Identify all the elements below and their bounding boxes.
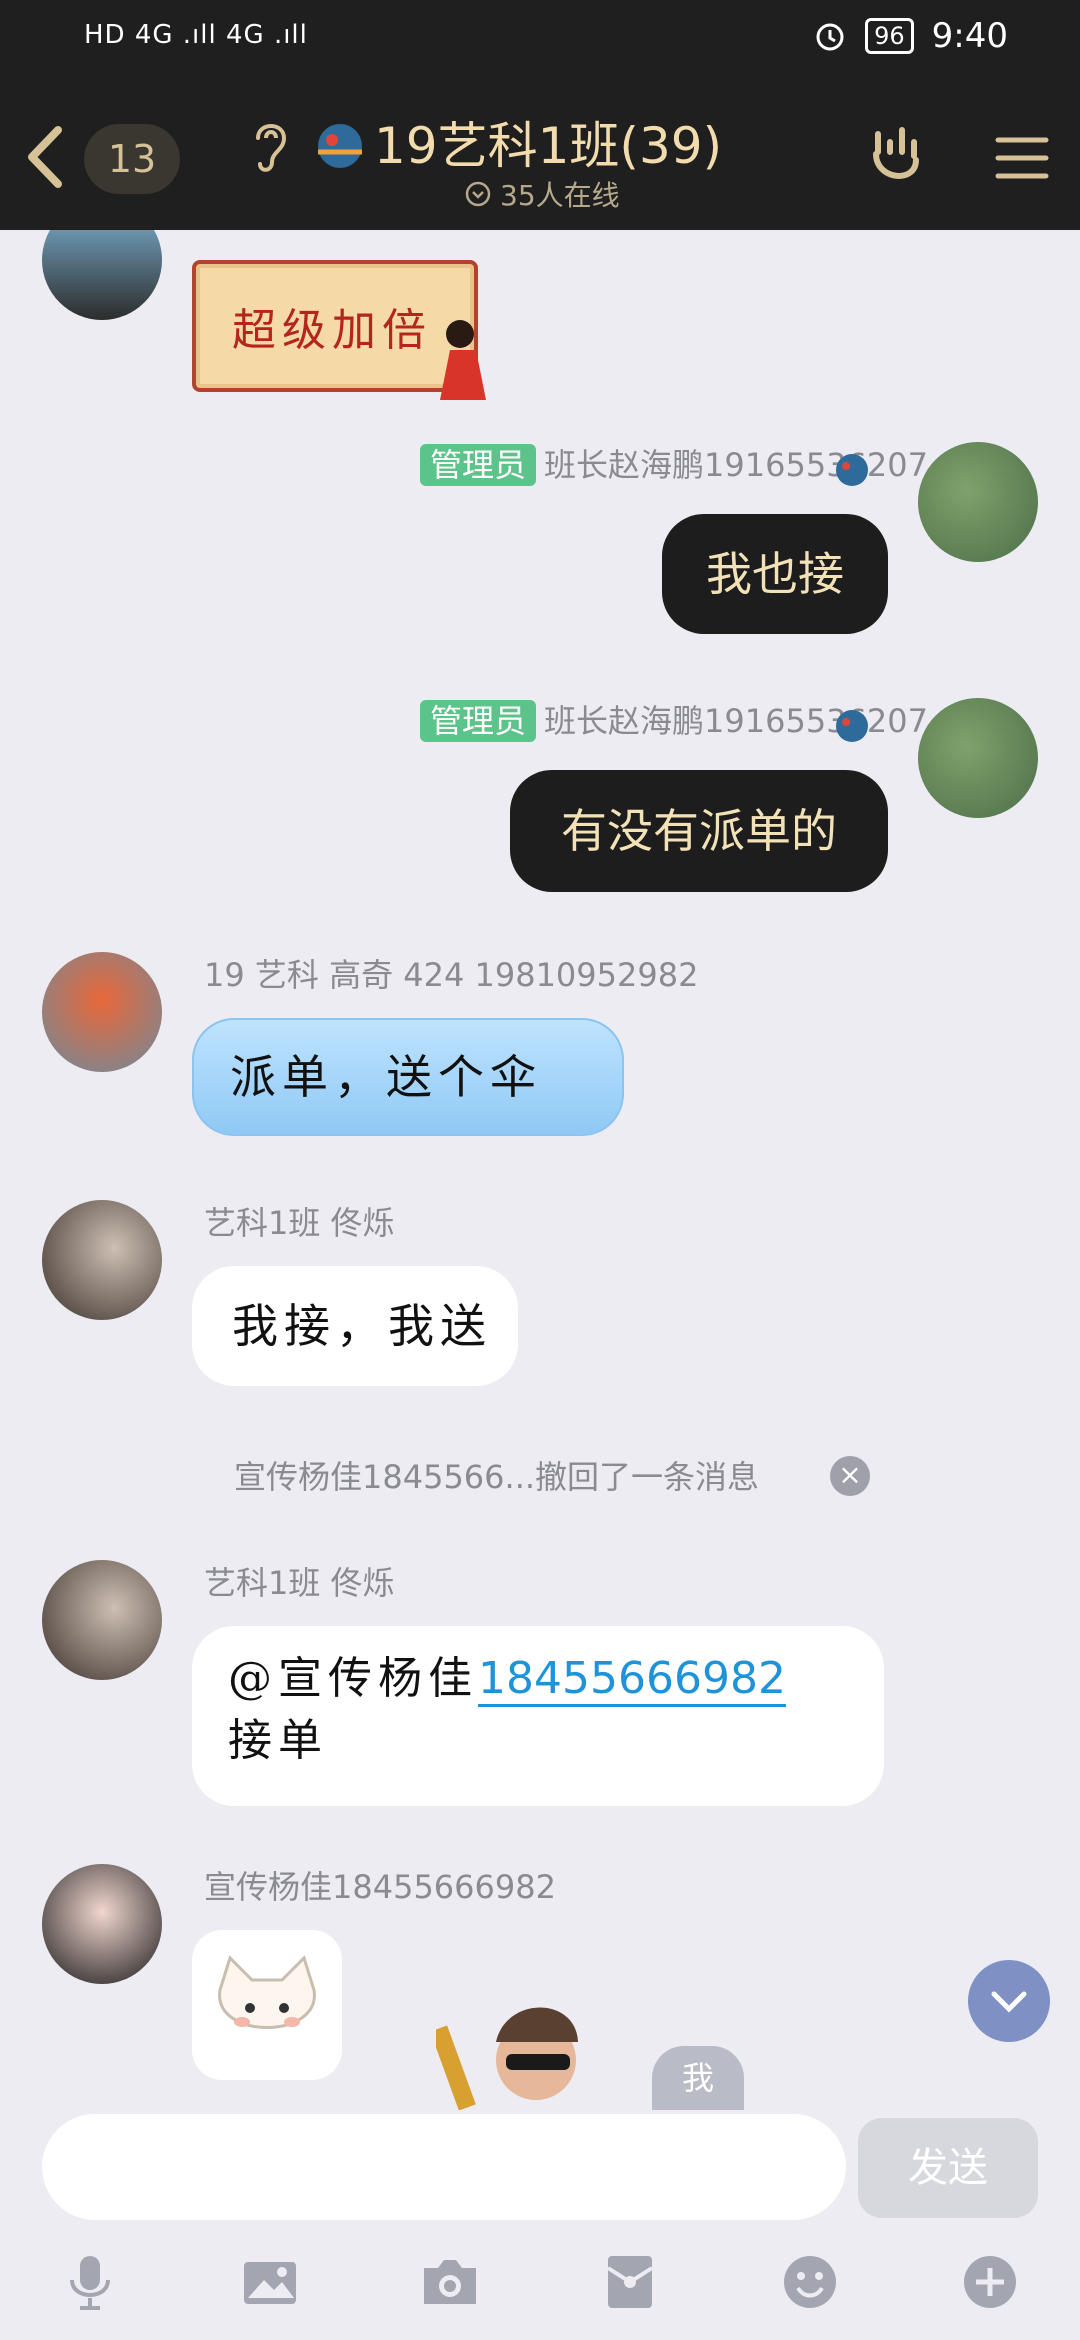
message-bubble[interactable]: 我接，我送 [192, 1266, 518, 1386]
sender-name: 宣传杨佳18455666982 [204, 1868, 556, 1906]
input-bar: 发送 [0, 2110, 1080, 2230]
hand-gesture-icon[interactable] [864, 122, 928, 192]
status-bar: HD 4G .ıll 4G .ıll 96 9:40 [0, 0, 1080, 80]
sticker-character-icon [436, 2007, 578, 2110]
mic-icon[interactable] [58, 2250, 122, 2314]
clock: 9:40 [931, 16, 1008, 56]
sender-name: 艺科1班 佟烁 [204, 1204, 395, 1242]
avatar[interactable] [42, 1200, 162, 1320]
ear-icon[interactable] [248, 116, 292, 176]
admin-tag: 管理员 [420, 444, 537, 486]
mention-me-chip[interactable]: 我 [652, 2046, 744, 2110]
message-bubble[interactable]: 有没有派单的 [510, 770, 888, 892]
send-button[interactable]: 发送 [858, 2118, 1038, 2218]
message-bubble[interactable]: 我也接 [662, 514, 888, 634]
sticker-character-icon [440, 320, 486, 400]
battery-indicator: 96 [865, 18, 914, 54]
avatar[interactable] [42, 230, 162, 320]
image-icon[interactable] [238, 2250, 302, 2314]
online-count: 35人在线 [500, 179, 620, 212]
avatar-self[interactable] [918, 442, 1038, 562]
message-bubble[interactable]: @宣传杨佳18455666982 接单 [192, 1626, 884, 1806]
message-bubble[interactable]: 派单，送个伞 [192, 1018, 624, 1136]
online-status[interactable]: 35人在线 [464, 174, 620, 214]
avatar[interactable] [42, 1864, 162, 1984]
group-title[interactable]: 19艺科1班(39) [374, 106, 722, 178]
back-arrow-icon[interactable] [18, 122, 78, 192]
recall-notice: 宣传杨佳1845566...撤回了一条消息 [234, 1458, 760, 1496]
input-toolbar [0, 2230, 1080, 2340]
menu-icon[interactable] [994, 130, 1050, 186]
message-input[interactable] [42, 2114, 846, 2220]
dragon-emblem-icon [318, 124, 362, 168]
phone-link[interactable]: 18455666982 [478, 1653, 786, 1707]
close-icon[interactable]: × [830, 1456, 870, 1496]
avatar-self[interactable] [918, 698, 1038, 818]
alarm-icon [816, 23, 844, 51]
message-text: 接单 [228, 1715, 328, 1766]
dragon-level-icon [836, 710, 868, 742]
chat-message-list[interactable]: 超级加倍 管理员 班长赵海鹏19165536207 我也接 管理员 班长赵海鹏191… [0, 230, 1080, 2110]
scroll-to-bottom-button[interactable] [968, 1960, 1050, 2042]
chat-header: 13 19艺科1班(39) 35人在线 [0, 80, 1080, 230]
avatar[interactable] [42, 1560, 162, 1680]
chevron-down-icon [991, 1991, 1027, 2013]
status-right: 96 9:40 [813, 16, 1008, 56]
network-indicators: HD 4G .ıll 4G .ıll [84, 20, 308, 50]
sender-name: 艺科1班 佟烁 [204, 1564, 395, 1602]
sender-name: 19 艺科 高奇 424 19810952982 [204, 956, 699, 994]
camera-icon[interactable] [418, 2250, 482, 2314]
mention[interactable]: @宣传杨佳 [228, 1653, 478, 1704]
sticker-message[interactable] [192, 1930, 342, 2080]
emoji-icon[interactable] [778, 2250, 842, 2314]
chevron-down-circle-icon [465, 181, 491, 207]
sticker-text: 超级加倍 [232, 305, 432, 356]
dragon-level-icon [836, 454, 868, 486]
cat-sticker-icon [218, 1955, 316, 2029]
unread-count-badge[interactable]: 13 [84, 124, 180, 194]
avatar[interactable] [42, 952, 162, 1072]
admin-tag: 管理员 [420, 700, 537, 742]
red-packet-icon[interactable] [598, 2250, 662, 2314]
plus-icon[interactable] [958, 2250, 1022, 2314]
